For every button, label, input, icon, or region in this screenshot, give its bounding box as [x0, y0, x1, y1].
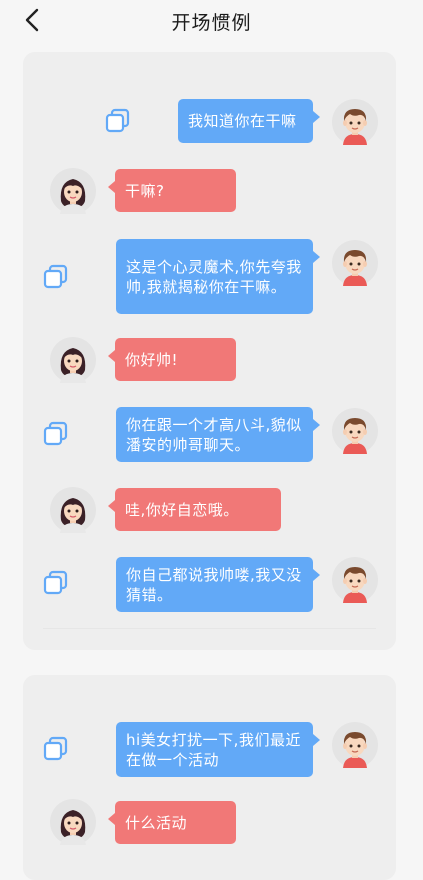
girl-avatar-icon: [50, 337, 96, 383]
boy-avatar-icon: [332, 722, 378, 768]
top-bar: 开场惯例: [0, 0, 423, 42]
girl-avatar-icon: [50, 799, 96, 845]
message-bubble: 你在跟一个才高八斗,貌似潘安的帅哥聊天。: [116, 407, 320, 462]
copy-icon[interactable]: [43, 421, 69, 447]
girl-avatar-icon: [50, 487, 96, 533]
boy-avatar-icon: [332, 99, 378, 145]
message-bubble: 干嘛?: [108, 169, 236, 212]
message-bubble: 这是个心灵魔术,你先夸我帅,我就揭秘你在干嘛。: [116, 239, 320, 314]
copy-icon[interactable]: [43, 264, 69, 290]
copy-icon[interactable]: [43, 736, 69, 762]
message-bubble: 我知道你在干嘛: [178, 99, 320, 143]
message-bubble: 你好帅!: [108, 338, 236, 381]
message-bubble: 你自己都说我帅喽,我又没猜错。: [116, 557, 320, 612]
divider: [43, 628, 376, 629]
copy-icon[interactable]: [105, 108, 131, 134]
page-title: 开场惯例: [171, 12, 252, 34]
boy-avatar-icon: [332, 408, 378, 454]
girl-avatar-icon: [50, 168, 96, 214]
boy-avatar-icon: [332, 557, 378, 603]
message-bubble: 什么活动: [108, 801, 236, 844]
boy-avatar-icon: [332, 240, 378, 286]
message-bubble: 哇,你好自恋哦。: [108, 488, 281, 531]
conversation-card-2: hi美女打扰一下,我们最近在做一个活动 什么活动: [23, 675, 396, 880]
conversation-card-1: 我知道你在干嘛 干嘛? 这是个心灵魔术,你先夸我帅,我就揭秘你在干嘛。 你好帅!…: [23, 52, 396, 650]
message-bubble: hi美女打扰一下,我们最近在做一个活动: [116, 722, 320, 777]
copy-icon[interactable]: [43, 570, 69, 596]
